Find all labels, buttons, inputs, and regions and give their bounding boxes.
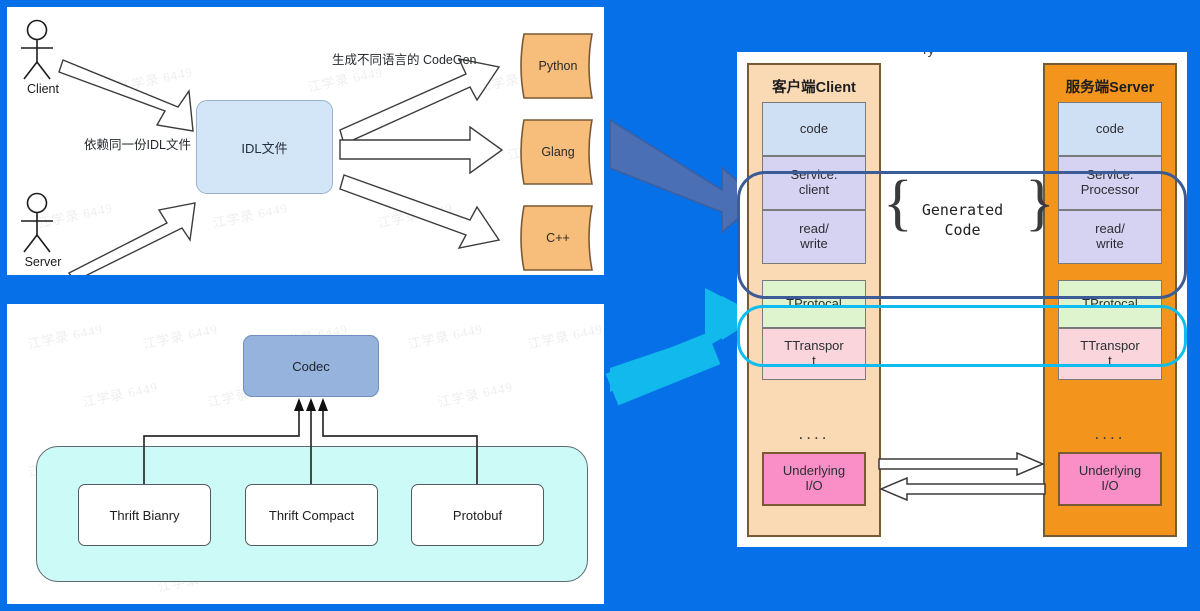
arrow-server-to-idl <box>67 202 196 275</box>
diagram-canvas: 江学录 6449 江学录 6449 江学录 6449 江学录 6449 江学录 … <box>0 0 1200 611</box>
arrow-idl-to-glang <box>339 125 504 175</box>
client-cell-code: code <box>762 102 866 156</box>
client-cell-service-client: Service. client <box>762 156 866 210</box>
arrow-idl-to-cpp <box>339 174 501 249</box>
server-cell-ttransport: TTranspor t <box>1058 328 1162 380</box>
actor-client-label: Client <box>27 82 59 96</box>
actor-client: Client <box>15 19 71 96</box>
client-cell-underlying-io: Underlying I/O <box>762 452 866 506</box>
column-server-title: 服务端Server <box>1065 80 1155 96</box>
client-cell-tprotocal: TProtocal <box>762 280 866 328</box>
arrow-idl-to-python <box>339 58 501 145</box>
codec-leaf-label: Thrift Bianry <box>109 507 180 523</box>
actor-server: Server <box>15 192 71 269</box>
client-cell-ttransport: TTranspor t <box>762 328 866 380</box>
codec-box-label: Codec <box>292 358 330 374</box>
generated-code-label: Generated Code <box>921 201 1004 240</box>
arrow-client-to-idl <box>58 59 194 132</box>
arrow-io-request <box>878 452 1045 477</box>
label-codegen: 生成不同语言的 CodeGen <box>332 53 477 67</box>
arrow-io-response <box>879 476 1046 502</box>
client-cell-read-write: read/write <box>762 210 866 264</box>
client-cell-ellipsis: .... <box>798 424 830 443</box>
server-cell-tprotocal: TProtocal <box>1058 280 1162 328</box>
watermark-text: 江学录 6449 <box>376 200 455 231</box>
stick-figure-icon <box>21 19 53 80</box>
watermark-text: 江学录 6449 <box>406 321 485 352</box>
server-cell-service-processor: Service. Processor <box>1058 156 1162 210</box>
output-glang: Glang <box>516 117 600 187</box>
label-shared-idl: 依赖同一份IDL文件 <box>84 138 191 152</box>
watermark-text: 江学录 6449 <box>26 321 105 352</box>
codec-leaf-protobuf: Protobuf <box>411 484 544 546</box>
panel-rpc-stack: ry 客户端Client 服务端Server code Service.clie… <box>737 52 1187 547</box>
watermark-text: 江学录 6449 <box>436 379 515 410</box>
codec-leaf-label: Protobuf <box>452 507 503 523</box>
watermark-text: 江学录 6449 <box>526 321 604 352</box>
output-glang-label: Glang <box>541 145 575 159</box>
actor-server-label: Server <box>24 255 62 269</box>
codec-leaf-thrift-compact: Thrift Compact <box>245 484 378 546</box>
panel-idl-codegen: 江学录 6449 江学录 6449 江学录 6449 江学录 6449 江学录 … <box>7 7 604 275</box>
stick-figure-icon <box>21 192 53 253</box>
output-cpp-label: C++ <box>546 231 570 245</box>
partial-top-text: ry <box>923 52 935 57</box>
column-client-title: 客户端Client <box>772 80 856 96</box>
server-cell-read-write: read/write <box>1058 210 1162 264</box>
watermark-text: 江学录 6449 <box>211 200 290 231</box>
arrow-tprotocal-shaft <box>605 332 721 406</box>
codec-leaf-label: Thrift Compact <box>268 507 355 523</box>
output-cpp: C++ <box>516 203 600 273</box>
output-python-label: Python <box>538 59 578 73</box>
watermark-text: 江学录 6449 <box>141 321 220 352</box>
idl-file-label: IDL文件 <box>241 140 288 156</box>
codec-box: Codec <box>243 335 379 397</box>
output-python: Python <box>516 31 600 101</box>
server-cell-code: code <box>1058 102 1162 156</box>
watermark-text: 江学录 6449 <box>116 64 195 95</box>
codec-leaf-thrift-binary: Thrift Bianry <box>78 484 211 546</box>
idl-file-box: IDL文件 <box>196 100 333 194</box>
io-bidirectional-arrows <box>878 452 1046 502</box>
watermark-text: 江学录 6449 <box>81 379 160 410</box>
server-cell-underlying-io: Underlying I/O <box>1058 452 1162 506</box>
server-cell-ellipsis: .... <box>1094 424 1126 443</box>
panel-codec: 江学录 6449 江学录 6449 江学录 6449 江学录 6449 江学录 … <box>7 304 604 604</box>
